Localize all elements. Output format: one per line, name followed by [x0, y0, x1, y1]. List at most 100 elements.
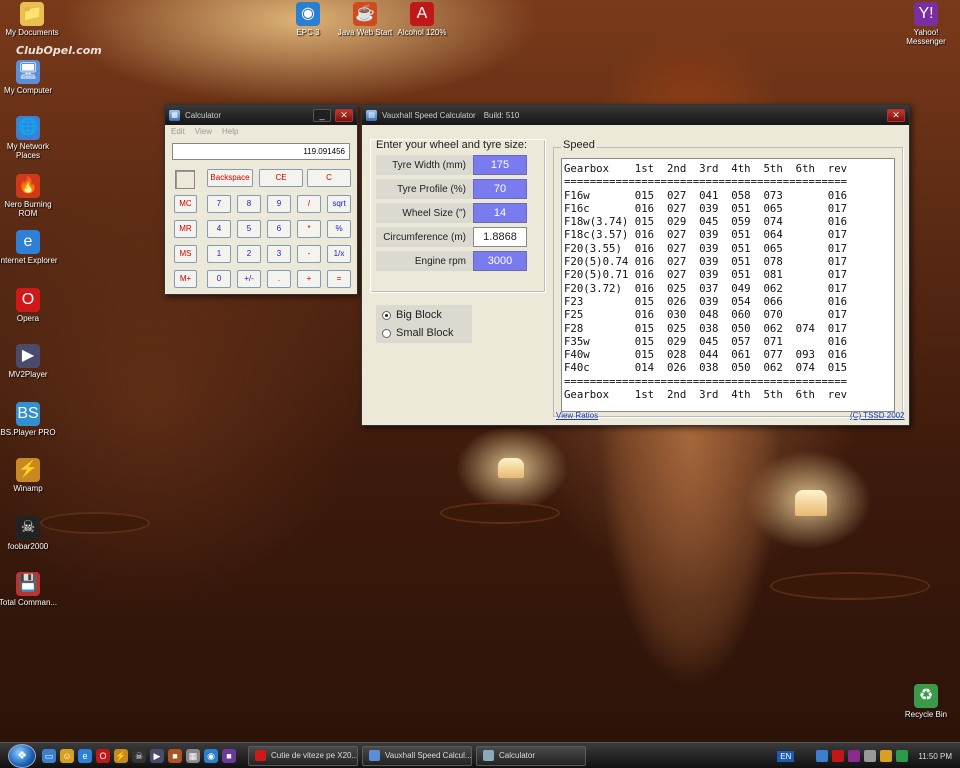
multiply-button[interactable]: * [297, 220, 321, 238]
digit-4-button[interactable]: 4 [207, 220, 231, 238]
bsplayer-shortcut[interactable]: BS BS.Player PRO [0, 402, 60, 437]
sqrt-button[interactable]: sqrt [327, 195, 351, 213]
calculator-app-icon: ▦ [169, 109, 180, 121]
total-commander-shortcut[interactable]: 💾 Total Comman... [0, 572, 60, 607]
desktop-icon-label: Alcohol 120% [397, 28, 447, 37]
java-web-start-shortcut[interactable]: ☕ Java Web Start [333, 2, 397, 37]
opera-icon [255, 750, 266, 761]
vauxhall-window: ▤ Vauxhall Speed Calculator Build: 510 ✕… [361, 104, 910, 426]
menu-help[interactable]: Help [222, 127, 238, 137]
add-button[interactable]: + [297, 270, 321, 288]
calculator-titlebar[interactable]: ▦ Calculator _ ✕ [165, 105, 357, 125]
security-icon[interactable] [896, 750, 909, 762]
digit-3-button[interactable]: 3 [267, 245, 291, 263]
digit-9-button[interactable]: 9 [267, 195, 291, 213]
ce-button[interactable]: CE [259, 169, 303, 187]
speed-table-row: F20(5)0.74 016 027 039 051 078 017 [564, 255, 848, 269]
bsplayer-icon: BS [16, 402, 40, 426]
m2player-shortcut[interactable]: ▶ MV2Player [0, 344, 60, 379]
opera-icon[interactable]: O [96, 748, 110, 763]
view-ratios-link[interactable]: View Ratios [556, 411, 598, 420]
messenger-tray-icon[interactable] [880, 750, 893, 762]
tyre-profile-field[interactable]: 70 [473, 179, 527, 199]
task-vauxhall[interactable]: Vauxhall Speed Calcul... [362, 745, 472, 766]
digit-0-button[interactable]: 0 [207, 270, 231, 288]
foobar-icon[interactable]: ☠ [132, 748, 146, 763]
vauxhall-app-icon: ▤ [366, 109, 377, 121]
subtract-button[interactable]: - [297, 245, 321, 263]
mc-button[interactable]: MC [174, 195, 197, 213]
mr-button[interactable]: MR [174, 220, 197, 238]
yahoo-messenger-shortcut[interactable]: Y! Yahoo! Messenger [894, 2, 958, 46]
calculator-icon[interactable]: ▦ [186, 748, 200, 763]
digit-2-button[interactable]: 2 [237, 245, 261, 263]
decimal-button[interactable]: . [267, 270, 291, 288]
nero-burning-rom-shortcut[interactable]: 🔥 Nero Burning ROM [0, 174, 60, 218]
system-tray: EN 11:50 PM [777, 743, 960, 768]
internet-explorer-shortcut[interactable]: e Internet Explorer [0, 230, 60, 265]
epc3-shortcut[interactable]: ◉ EPC 3 [276, 2, 340, 37]
copyright-link[interactable]: (C) TSSD 2002 [850, 411, 905, 420]
tyre-width-field[interactable]: 175 [473, 155, 527, 175]
internet-explorer-icon[interactable]: e [78, 748, 92, 763]
big-block-radio[interactable] [382, 310, 391, 320]
equals-button[interactable]: = [327, 270, 351, 288]
sign-button[interactable]: +/- [237, 270, 261, 288]
network-icon[interactable] [816, 750, 829, 762]
app-icon[interactable]: ■ [222, 748, 236, 763]
big-block-option[interactable]: Big Block [382, 309, 442, 321]
circumference-field[interactable]: 1.8868 [473, 227, 527, 247]
my-computer-shortcut[interactable]: 🖥 My Computer [0, 60, 60, 95]
menu-view[interactable]: View [195, 127, 212, 137]
engine-rpm-label: Engine rpm [414, 256, 466, 267]
backspace-button[interactable]: Backspace [207, 169, 253, 187]
engine-rpm-field[interactable]: 3000 [473, 251, 527, 271]
winamp-icon: ⚡ [16, 458, 40, 482]
my-documents-shortcut[interactable]: 📁 My Documents [0, 2, 64, 37]
percent-button[interactable]: % [327, 220, 351, 238]
small-block-radio[interactable] [382, 328, 391, 338]
speed-table[interactable]: Gearbox 1st 2nd 3rd 4th 5th 6th rev =====… [561, 158, 895, 412]
small-block-option[interactable]: Small Block [382, 327, 453, 339]
messenger-icon[interactable]: ☺ [60, 748, 74, 763]
volume-icon[interactable] [864, 750, 877, 762]
divide-button[interactable]: / [297, 195, 321, 213]
language-indicator[interactable]: EN [777, 750, 795, 762]
close-button[interactable]: ✕ [887, 108, 905, 122]
task-calculator[interactable]: Calculator [476, 745, 586, 766]
winamp-icon[interactable]: ⚡ [114, 748, 128, 763]
foobar2000-shortcut[interactable]: ☠ foobar2000 [0, 516, 60, 551]
task-opera[interactable]: Cutie de viteze pe X20... [248, 745, 358, 766]
epc-icon[interactable]: ◉ [204, 748, 218, 763]
clear-button[interactable]: C [307, 169, 351, 187]
start-button[interactable]: ❖ [8, 743, 36, 768]
opera-shortcut[interactable]: O Opera [0, 288, 60, 323]
vauxhall-titlebar[interactable]: ▤ Vauxhall Speed Calculator Build: 510 ✕ [362, 105, 909, 125]
recycle-bin-shortcut[interactable]: ♻ Recycle Bin [894, 684, 958, 719]
digit-5-button[interactable]: 5 [237, 220, 261, 238]
tray-app-icon[interactable] [848, 750, 861, 762]
taskbar: ❖ ▭ ☺ e O ⚡ ☠ ▶ ■ ▦ ◉ ■ Cutie de viteze … [0, 742, 960, 768]
winamp-shortcut[interactable]: ⚡ Winamp [0, 458, 60, 493]
ms-button[interactable]: MS [174, 245, 197, 263]
digit-8-button[interactable]: 8 [237, 195, 261, 213]
wheel-size-field[interactable]: 14 [473, 203, 527, 223]
my-network-places-shortcut[interactable]: 🌐 My Network Places [0, 116, 60, 160]
desktop-icon-label: BS.Player PRO [0, 428, 56, 437]
digit-1-button[interactable]: 1 [207, 245, 231, 263]
menu-edit[interactable]: Edit [171, 127, 185, 137]
app-icon[interactable]: ■ [168, 748, 182, 763]
speed-table-row: F25 016 030 048 060 070 017 [564, 308, 848, 322]
ati-icon[interactable] [832, 750, 845, 762]
digit-7-button[interactable]: 7 [207, 195, 231, 213]
reciprocal-button[interactable]: 1/x [327, 245, 351, 263]
clock[interactable]: 11:50 PM [918, 752, 952, 761]
close-button[interactable]: ✕ [335, 108, 353, 122]
show-desktop-icon[interactable]: ▭ [42, 748, 56, 763]
vauxhall-body: Enter your wheel and tyre size: Tyre Wid… [362, 125, 909, 425]
digit-6-button[interactable]: 6 [267, 220, 291, 238]
mplus-button[interactable]: M+ [174, 270, 197, 288]
minimize-button[interactable]: _ [313, 108, 331, 122]
alcohol-shortcut[interactable]: A Alcohol 120% [390, 2, 454, 37]
player-icon[interactable]: ▶ [150, 748, 164, 763]
